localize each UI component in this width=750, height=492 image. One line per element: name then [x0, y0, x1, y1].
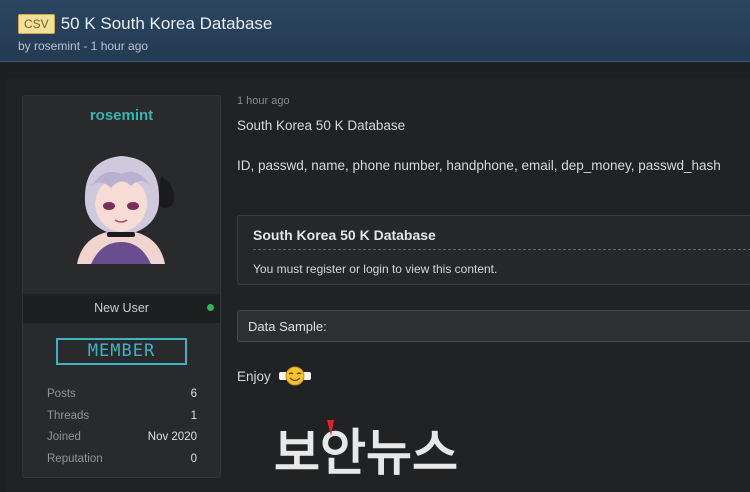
- stat-value: Nov 2020: [147, 431, 197, 443]
- smiley-emoji-icon: [278, 366, 311, 386]
- stat-label: Joined: [47, 431, 81, 443]
- hidden-content-title: South Korea 50 K Database: [253, 227, 436, 243]
- online-status-indicator: [207, 304, 214, 311]
- hidden-content-box: South Korea 50 K Database You must regis…: [237, 215, 750, 285]
- user-avatar[interactable]: [61, 146, 181, 266]
- thread-byline: by rosemint - 1 hour ago: [18, 39, 149, 53]
- stat-value: 6: [190, 388, 197, 400]
- enjoy-line: Enjoy: [237, 365, 312, 387]
- post-date[interactable]: 1 hour ago: [237, 95, 290, 107]
- stat-value: 1: [190, 409, 197, 422]
- stat-threads: Threads 1: [47, 406, 197, 428]
- thread-title: CSV 50 K South Korea Database: [18, 14, 272, 34]
- stat-label: Reputation: [47, 452, 103, 465]
- user-stats: Posts 6 Threads 1 Joined Nov 2020 Reputa…: [47, 384, 197, 470]
- data-sample-spoiler[interactable]: Data Sample:: [237, 310, 750, 342]
- watermark-text: 보안뉴스: [274, 424, 458, 480]
- post-text-fields: ID, passwd, name, phone number, handphon…: [237, 158, 721, 173]
- user-title: New User: [94, 301, 149, 315]
- stat-label: Threads: [47, 409, 90, 422]
- enjoy-text: Enjoy: [237, 368, 271, 384]
- username-link[interactable]: rosemint: [23, 107, 220, 124]
- spoiler-label: Data Sample:: [248, 319, 327, 334]
- login-required-message[interactable]: You must register or login to view this …: [253, 262, 497, 276]
- stat-reputation: Reputation 0: [47, 449, 197, 471]
- post-text-line: South Korea 50 K Database: [237, 118, 406, 133]
- user-panel: rosemint New User MEMBER Posts 6 Threads…: [22, 95, 221, 478]
- news-watermark-logo: 보안뉴스: [274, 420, 458, 480]
- member-badge: MEMBER: [56, 338, 187, 365]
- user-title-bar: New User: [23, 294, 220, 323]
- stat-posts: Posts 6: [47, 384, 197, 406]
- stat-label: Posts: [47, 388, 76, 400]
- divider: [253, 249, 750, 250]
- stat-value: 0: [190, 452, 197, 465]
- stat-joined: Joined Nov 2020: [47, 427, 197, 449]
- csv-prefix-badge[interactable]: CSV: [18, 14, 55, 34]
